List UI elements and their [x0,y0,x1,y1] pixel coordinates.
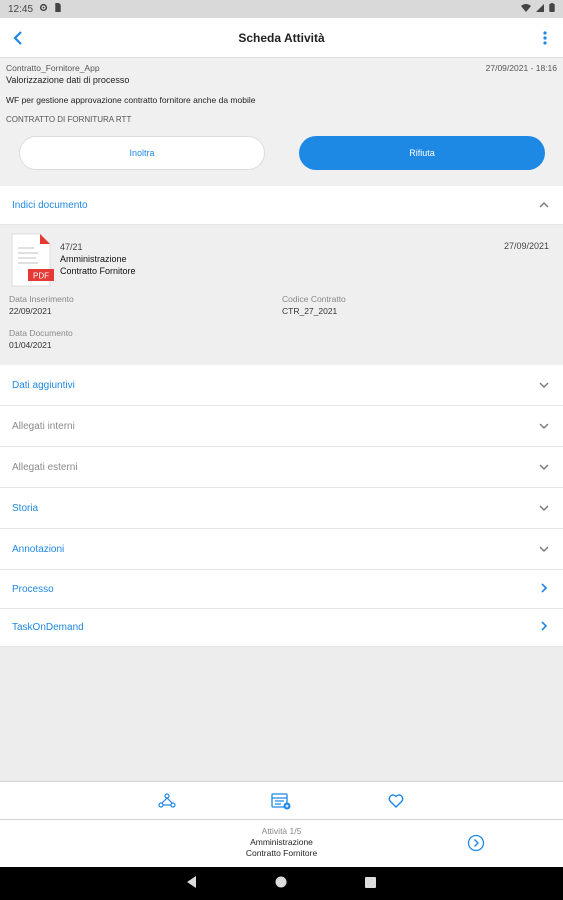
app-bar: Scheda Attività [0,18,563,58]
chevron-right-icon [537,621,551,634]
field-data-documento: Data Documento 01/04/2021 [9,327,73,351]
chevron-down-icon [537,462,551,473]
section-indici-documento[interactable]: Indici documento [0,186,563,225]
back-arrow-icon[interactable] [0,18,36,58]
document-area: Amministrazione [60,254,127,264]
chevron-down-icon [537,544,551,555]
section-label: Processo [12,583,54,595]
field-value: 01/04/2021 [9,340,52,350]
field-label: Data Documento [9,328,73,338]
section-label: Allegati interni [12,420,75,432]
status-time: 12:45 [8,3,34,15]
chevron-up-icon [537,200,551,211]
inoltra-button[interactable]: Inoltra [19,136,265,170]
sim-card-icon [54,3,62,15]
signal-icon [536,3,544,15]
battery-icon [549,3,555,15]
document-date: 27/09/2021 [503,241,549,251]
field-data-inserimento: Data Inserimento 22/09/2021 [9,293,74,317]
section-label: TaskOnDemand [12,622,84,633]
section-allegati-interni[interactable]: Allegati interni [0,406,563,447]
section-label: Indici documento [12,199,88,211]
field-codice-contratto: Codice Contratto CTR_27_2021 [282,293,346,317]
pdf-badge: PDF [33,272,49,281]
section-label: Dati aggiuntivi [12,379,75,391]
document-number: 47/21 [60,242,83,252]
wifi-icon [521,3,531,15]
nav-home-icon[interactable] [275,875,287,893]
rifiuta-button[interactable]: Rifiuta [299,136,545,170]
document-card[interactable]: PDF 47/21 Amministrazione Contratto Forn… [0,225,563,365]
section-dati-aggiuntivi[interactable]: Dati aggiuntivi [0,365,563,406]
section-annotazioni[interactable]: Annotazioni [0,529,563,570]
contract-title: CONTRATTO DI FORNITURA RTT [6,115,132,124]
document-name: Contratto Fornitore [60,266,136,276]
favorite-heart-icon[interactable] [381,786,411,816]
section-label: Annotazioni [12,543,65,555]
page-title: Scheda Attività [238,30,325,45]
chevron-down-icon [537,380,551,391]
section-label: Allegati esterni [12,461,78,473]
chevron-right-icon [537,582,551,596]
status-bar: 12:45 [0,0,563,18]
section-storia[interactable]: Storia [0,488,563,529]
process-description: WF per gestione approvazione contratto f… [6,95,256,105]
section-processo[interactable]: Processo [0,570,563,609]
pdf-file-icon: PDF [10,233,54,287]
nav-back-icon[interactable] [187,875,197,893]
bottom-tab-bar [0,781,563,819]
field-value: CTR_27_2021 [282,306,338,316]
workflow-icon[interactable] [152,786,182,816]
header-datetime: 27/09/2021 - 18:16 [485,63,557,73]
section-label: Storia [12,502,39,514]
more-menu-icon[interactable] [527,18,563,58]
chevron-down-icon [537,421,551,432]
nav-recents-icon[interactable] [365,875,376,893]
process-step: Valorizzazione dati di processo [6,75,130,85]
activity-navigator: Attività 1/5 Amministrazione Contratto F… [0,819,563,867]
system-navigation-bar [0,867,563,900]
field-label: Data Inserimento [9,294,74,304]
field-label: Codice Contratto [282,294,346,304]
section-taskondemand[interactable]: TaskOnDemand [0,609,563,647]
chevron-down-icon [537,503,551,514]
next-activity-icon[interactable] [467,834,485,852]
settings-icon [39,3,48,15]
field-value: 22/09/2021 [9,306,52,316]
app-name: Contratto_Fornitore_App [6,63,100,73]
section-allegati-esterni[interactable]: Allegati esterni [0,447,563,488]
activity-list-icon[interactable] [266,786,296,816]
